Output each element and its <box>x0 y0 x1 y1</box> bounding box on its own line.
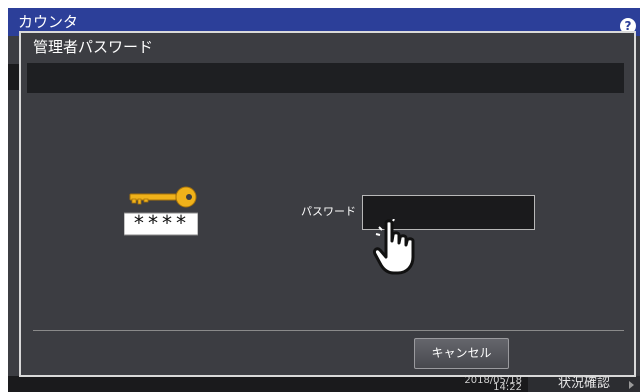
background-title: カウンタ <box>18 13 79 31</box>
status-check-label: 状況確認 <box>558 376 611 391</box>
dialog-message-band <box>27 63 624 93</box>
status-time: 14:22 <box>493 382 522 392</box>
password-label: パスワード <box>301 205 356 218</box>
admin-password-dialog: 管理者パスワード **** パスワード キャンセル <box>19 31 636 377</box>
cancel-button[interactable]: キャンセル <box>414 338 509 369</box>
arrow-right-icon <box>629 381 634 389</box>
status-bar: 2018/05/18 14:22 状況確認 <box>8 376 640 392</box>
hand-pointer-icon <box>373 219 415 275</box>
key-icon: **** <box>124 186 198 236</box>
dialog-title: 管理者パスワード <box>33 38 154 56</box>
key-mask-text: **** <box>133 211 189 235</box>
dialog-divider <box>33 330 624 331</box>
status-check-button[interactable]: 状況確認 <box>528 376 640 392</box>
